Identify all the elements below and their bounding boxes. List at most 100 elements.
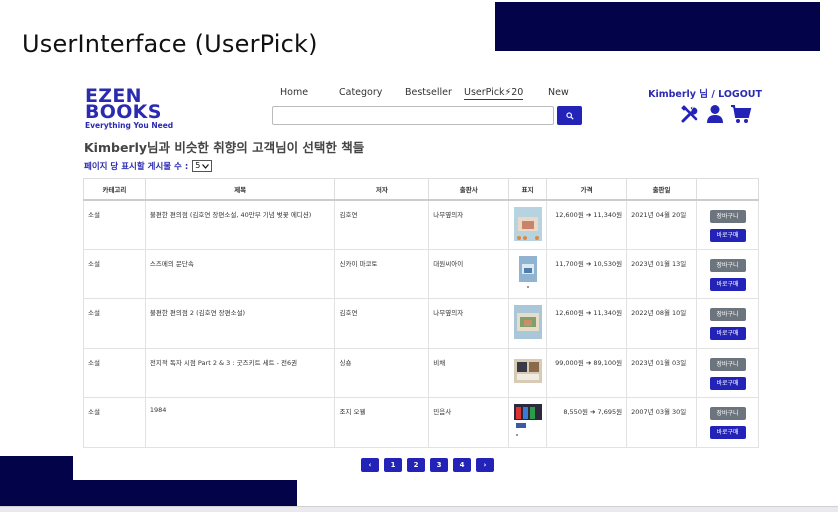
cell-publisher: 나무옆의자 [428,199,510,250]
header-price[interactable]: 가격 [546,178,628,201]
nav-bestseller[interactable]: Bestseller [405,87,452,98]
header-category[interactable]: 카테고리 [83,178,146,201]
cell-category: 소설 [83,199,146,250]
add-to-cart-button[interactable]: 장바구니 [709,209,746,223]
cell-cover [508,397,548,448]
cell-cover [508,199,548,250]
book-cover-image[interactable] [513,355,542,389]
page-button-1[interactable]: 1 [384,458,402,472]
cell-cover [508,298,548,349]
cell-publisher: 비채 [428,347,510,398]
header-cover: 표지 [508,178,548,201]
cell-date: 2021년 04월 20일 [626,199,697,250]
cell-price: 8,550원 ➔ 7,695원 [546,397,628,448]
chevron-down-icon [202,163,210,169]
page-heading: Kimberly님과 비슷한 취향의 고객님이 선택한 책들 [84,140,365,155]
cell-cover [508,347,548,398]
page-button-4[interactable]: 4 [453,458,471,472]
per-page-select[interactable]: 5 [192,160,213,172]
next-page-button[interactable]: › [476,458,494,472]
cell-price: 99,000원 ➔ 89,100원 [546,347,628,398]
user-icon-bar [680,104,752,128]
cell-category: 소설 [83,248,146,299]
cell-date: 2022년 08월 10일 [626,298,697,349]
cell-actions: 장바구니 바로구매 [696,199,759,250]
slide-title: UserInterface (UserPick) [22,30,318,58]
per-page-control: 페이지 당 표시할 게시물 수 : 5 [84,160,213,172]
cart-icon[interactable] [730,104,752,128]
cell-actions: 장바구니 바로구매 [696,298,759,349]
book-cover-image[interactable] [513,206,542,241]
cell-title[interactable]: 불편한 편의점 2 (김호연 장편소설) [144,298,336,349]
cell-author: 김호연 [334,298,430,349]
search-button[interactable] [557,106,582,125]
slide-decoration-top [495,2,820,51]
cell-category: 소설 [83,347,146,398]
cell-actions: 장바구니 바로구매 [696,347,759,398]
page-button-3[interactable]: 3 [430,458,448,472]
cell-publisher: 나무옆의자 [428,298,510,349]
logo-line-2: BOOKS [85,101,162,123]
cell-actions: 장바구니 바로구매 [696,248,759,299]
table-row: 소설 전지적 독자 시점 Part 2 & 3 : 굿즈키트 세트 - 전6권 … [83,347,759,398]
buy-now-button[interactable]: 바로구매 [709,277,746,291]
cell-title[interactable]: 스즈메의 문단속 [144,248,336,299]
table-row: 소설 1984 조지 오웰 민음사 8,550원 ➔ 7,695원 2007년 … [83,397,759,448]
user-status: Kimberly 님 / LOGOUT [640,86,762,100]
nav-category[interactable]: Category [339,87,382,98]
book-cover-image[interactable] [513,305,542,339]
search-input[interactable] [272,106,554,125]
cell-author: 신카이 마코토 [334,248,430,299]
pagination: ‹ 1 2 3 4 › [361,458,494,472]
cell-date: 2007년 03월 30일 [626,397,697,448]
nav-home[interactable]: Home [280,87,308,98]
cell-title[interactable]: 불편한 편의점 (김호연 장편소설, 40만부 기념 벚꽃 에디션) [144,199,336,250]
add-to-cart-button[interactable]: 장바구니 [709,308,746,321]
cell-author: 싱숑 [334,347,430,398]
user-separator: / [708,89,719,100]
header-author[interactable]: 저자 [334,178,430,201]
site-logo[interactable]: EZEN BOOKS Everything You Need [85,87,175,131]
book-cover-image[interactable] [514,255,542,290]
cell-actions: 장바구니 바로구매 [696,397,759,448]
page-button-2[interactable]: 2 [407,458,425,472]
cell-category: 소설 [83,397,146,448]
cell-publisher: 민음사 [428,397,510,448]
user-icon[interactable] [706,104,724,128]
buy-now-button[interactable]: 바로구매 [709,327,746,340]
logout-link[interactable]: LOGOUT [718,89,762,100]
table-row: 소설 불편한 편의점 (김호연 장편소설, 40만부 기념 벚꽃 에디션) 김호… [83,199,759,250]
logo-tagline: Everything You Need [85,121,174,130]
table-row: 소설 불편한 편의점 2 (김호연 장편소설) 김호연 나무옆의자 12,600… [83,298,759,349]
nav-new[interactable]: New [548,87,569,98]
buy-now-button[interactable]: 바로구매 [709,426,746,439]
cell-title[interactable]: 1984 [144,397,336,448]
cell-date: 2023년 01월 13일 [626,248,697,299]
main-nav: Home Category Bestseller UserPick⚡20 New [270,87,590,101]
cell-price: 12,600원 ➔ 11,340원 [546,298,628,349]
book-table: 카테고리 제목 저자 출판사 표지 가격 출판일 소설 불편한 편의점 (김호연… [83,178,759,448]
header-publisher[interactable]: 출판사 [428,178,510,201]
cell-date: 2023년 01월 03일 [626,347,697,398]
cell-title[interactable]: 전지적 독자 시점 Part 2 & 3 : 굿즈키트 세트 - 전6권 [144,347,336,398]
header-date[interactable]: 출판일 [626,178,697,201]
add-to-cart-button[interactable]: 장바구니 [709,407,746,420]
search-icon [565,111,574,120]
table-header-row: 카테고리 제목 저자 출판사 표지 가격 출판일 [83,178,759,201]
book-cover-image[interactable] [513,404,542,438]
user-name[interactable]: Kimberly 님 [648,89,708,100]
cell-author: 김호연 [334,199,430,250]
cell-price: 11,700원 ➔ 10,530원 [546,248,628,299]
tools-icon[interactable] [680,104,700,128]
add-to-cart-button[interactable]: 장바구니 [709,258,746,272]
nav-userpick[interactable]: UserPick⚡20 [464,87,524,100]
cell-cover [508,248,548,299]
prev-page-button[interactable]: ‹ [361,458,379,472]
cell-price: 12,600원 ➔ 11,340원 [546,199,628,250]
table-row: 소설 스즈메의 문단속 신카이 마코토 대원씨아이 11,700원 ➔ 10,5… [83,248,759,299]
slide-footer-line [0,506,838,512]
header-title[interactable]: 제목 [144,178,336,201]
buy-now-button[interactable]: 바로구매 [709,228,746,242]
add-to-cart-button[interactable]: 장바구니 [709,357,746,371]
buy-now-button[interactable]: 바로구매 [709,376,746,390]
